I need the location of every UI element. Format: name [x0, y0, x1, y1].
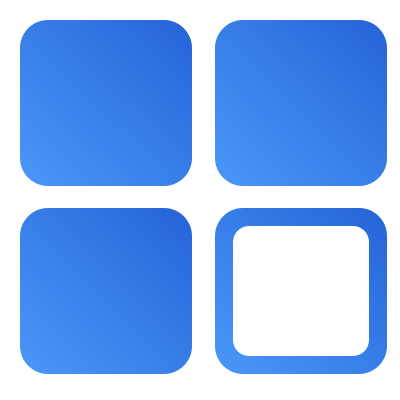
icon-canvas: [0, 0, 400, 400]
tile-bottom-left: [20, 208, 192, 374]
tile-top-left: [20, 20, 192, 186]
tile-top-right: [215, 20, 387, 186]
grid-app-icon: [20, 20, 387, 374]
tile-bottom-right-inner: [233, 226, 369, 356]
